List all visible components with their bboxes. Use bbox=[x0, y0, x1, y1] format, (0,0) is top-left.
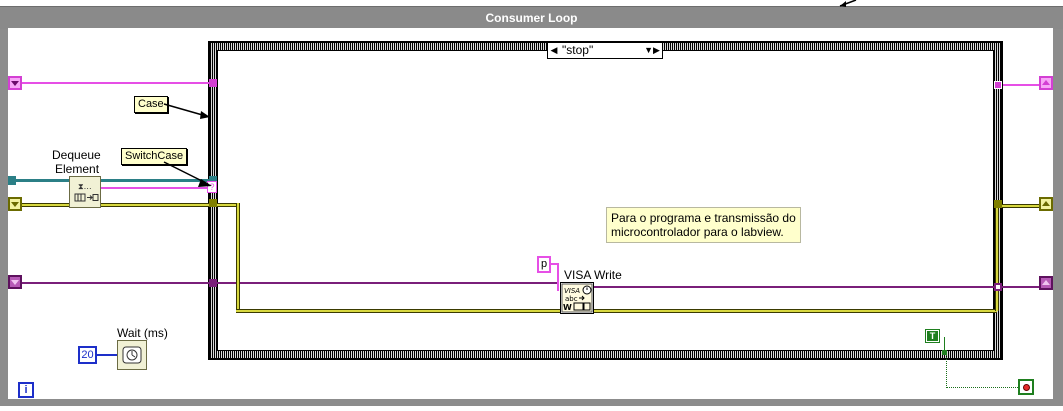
shift-register-right-error[interactable] bbox=[1039, 197, 1053, 211]
shift-register-right-visa[interactable] bbox=[1039, 276, 1053, 290]
string-wire-right[interactable] bbox=[1003, 84, 1040, 86]
shift-register-left-visa[interactable] bbox=[8, 275, 22, 289]
wait-wire[interactable] bbox=[97, 354, 117, 356]
case-tag-arrow bbox=[163, 103, 210, 119]
error-wire-down[interactable] bbox=[236, 203, 240, 311]
visa-wire-right[interactable] bbox=[1002, 286, 1040, 288]
dequeue-label-line2: Element bbox=[55, 162, 100, 176]
error-wire-mid[interactable] bbox=[100, 203, 212, 207]
comment-line-1: Para o programa e transmissão do bbox=[611, 211, 796, 225]
bool-wire-vertical[interactable] bbox=[946, 352, 948, 386]
case-tunnel-visa-in[interactable] bbox=[209, 279, 217, 287]
wait-label: Wait (ms) bbox=[117, 326, 168, 340]
string-constant-p[interactable]: p bbox=[537, 256, 551, 273]
true-constant[interactable]: T bbox=[925, 329, 940, 343]
dequeue-element-icon[interactable]: ⧗… bbox=[69, 176, 101, 208]
dequeue-label-line1: Dequeue bbox=[52, 148, 101, 162]
shift-register-left-error[interactable] bbox=[8, 197, 22, 211]
incoming-wire-arrow bbox=[839, 0, 857, 7]
case-diagram bbox=[218, 51, 993, 350]
error-wire-up[interactable] bbox=[995, 205, 999, 311]
string-const-wire-down[interactable] bbox=[557, 263, 559, 291]
case-comment: Para o programa e transmissão do microco… bbox=[606, 207, 801, 243]
string-wire-left[interactable] bbox=[22, 82, 212, 84]
case-selector[interactable]: ◀ "stop" ▼▶ bbox=[547, 42, 663, 59]
iteration-terminal-icon[interactable]: i bbox=[18, 382, 34, 398]
error-wire-case-in[interactable] bbox=[216, 203, 238, 207]
visa-wire-out-case[interactable] bbox=[593, 286, 997, 288]
consumer-loop-title: Consumer Loop bbox=[485, 11, 578, 25]
case-tunnel-visa-out[interactable] bbox=[994, 283, 1002, 291]
case-tunnel-string-in[interactable] bbox=[209, 79, 217, 87]
consumer-loop-title-bar: Consumer Loop bbox=[0, 6, 1063, 29]
case-prev-arrow[interactable]: ◀ bbox=[549, 43, 559, 58]
queue-tunnel[interactable] bbox=[8, 176, 16, 185]
visa-wire-left[interactable] bbox=[22, 282, 212, 284]
case-tunnel-error-out[interactable] bbox=[994, 200, 1002, 208]
visa-wire-in-case[interactable] bbox=[216, 282, 559, 284]
wait-ms-icon[interactable] bbox=[117, 340, 147, 370]
shift-register-left-string[interactable] bbox=[8, 76, 22, 90]
error-wire-left[interactable] bbox=[22, 203, 69, 207]
case-selector-value: "stop" bbox=[562, 43, 594, 57]
stop-condition-icon[interactable] bbox=[1018, 379, 1034, 395]
case-tunnel-string-out[interactable] bbox=[994, 81, 1002, 89]
comment-line-2: microcontrolador para o labview. bbox=[611, 225, 784, 239]
svg-text:VISA: VISA bbox=[564, 287, 580, 295]
svg-text:abc: abc bbox=[565, 295, 578, 303]
case-tunnel-error-in[interactable] bbox=[209, 199, 217, 207]
error-wire-to-visa[interactable] bbox=[236, 309, 566, 313]
shift-register-right-string[interactable] bbox=[1039, 76, 1053, 90]
bool-wire-junction bbox=[942, 350, 947, 355]
svg-text:W: W bbox=[563, 303, 572, 312]
switchcase-tag-arrow bbox=[163, 161, 212, 187]
bool-wire-horizontal[interactable] bbox=[946, 387, 1018, 388]
wait-constant[interactable]: 20 bbox=[78, 346, 97, 364]
case-next-arrow[interactable]: ▼▶ bbox=[644, 43, 660, 58]
svg-text:⧗…: ⧗… bbox=[78, 182, 92, 191]
visa-write-label: VISA Write bbox=[564, 268, 622, 282]
error-wire-from-visa[interactable] bbox=[593, 309, 997, 313]
error-wire-right[interactable] bbox=[1002, 204, 1040, 208]
visa-write-icon[interactable]: VISA abc W bbox=[560, 282, 594, 314]
